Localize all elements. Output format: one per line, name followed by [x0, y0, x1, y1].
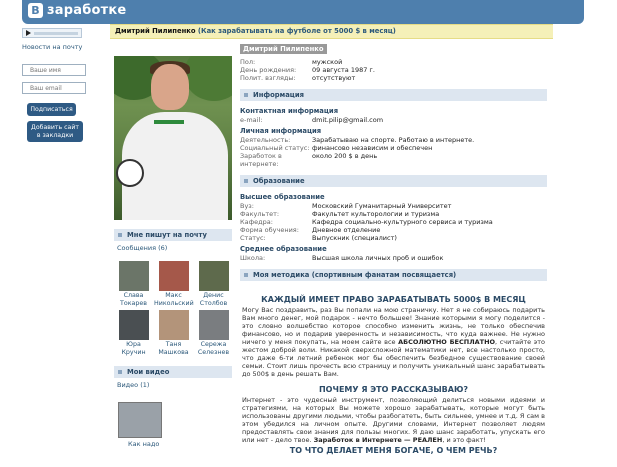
info-row-birthday: День рождения: 09 августа 1987 г. [240, 66, 375, 74]
method-section-header[interactable]: Моя методика (спортивным фанатам посвяща… [240, 269, 547, 281]
top-header-bar: В заработке [22, 0, 584, 24]
site-logo[interactable]: В заработке [28, 3, 126, 18]
name-input[interactable] [22, 64, 86, 76]
friend-avatar[interactable] [118, 261, 149, 291]
friend-item[interactable]: Юра Кручин [114, 310, 153, 357]
photo-column: Мне пишут на почту Сообщения (6) Слава То… [114, 56, 232, 448]
logo-text: заработке [47, 3, 127, 18]
friends-grid: Слава Токарев Макс Никольский Денис Столбов… [114, 255, 232, 357]
logo-mark: В [28, 3, 43, 18]
method-heading-2: ПОЧЕМУ Я ЭТО РАССКАЗЫВАЮ? [318, 385, 469, 394]
edu-row-university: Вуз: Московский Гуманитарный Университет [240, 202, 452, 210]
edu-row-faculty: Факультет: Факультет культорологии и тури… [240, 210, 440, 218]
edu-row-department: Кафедра: Кафедра социально-культурного се… [240, 218, 493, 226]
videos-count-link[interactable]: Видео (1) [114, 378, 232, 392]
left-navigation: Новости на почту Подписаться Добавить са… [22, 28, 92, 142]
bookmark-button-line1: Добавить сайт [31, 124, 79, 131]
info-row-activity: Деятельность: Зарабатываю на спорте. Рабо… [240, 136, 475, 144]
friends-section-header: Мне пишут на почту [114, 229, 232, 241]
friend-avatar[interactable] [198, 261, 229, 291]
edu-row-study-form: Форма обучения: Дневное отделение [240, 226, 381, 234]
education-section-header[interactable]: Образование [240, 175, 547, 187]
play-icon[interactable] [26, 30, 31, 36]
profile-photo[interactable] [114, 56, 232, 220]
friend-item[interactable]: Макс Никольский [154, 261, 194, 308]
football-icon [116, 159, 144, 187]
profile-status-link[interactable]: (Как зарабатывать на футболе от 5000 $ в… [198, 27, 396, 35]
info-row-email: e-mail: dmit.pilip@gmail.com [240, 116, 384, 124]
friend-name[interactable]: Денис Столбов [194, 292, 233, 308]
friend-name[interactable]: Слава Токарев [114, 292, 153, 308]
subscribe-button[interactable]: Подписаться [27, 103, 76, 116]
messages-count-link[interactable]: Сообщения (6) [114, 241, 232, 255]
friend-name[interactable]: Сережа Селезнев [194, 341, 233, 357]
method-heading-3: ТО ЧТО ДЕЛАЕТ МЕНЯ БОГАЧЕ, О ЧЕМ РЕЧЬ? [289, 446, 498, 455]
personal-info-heading: Личная информация [240, 127, 322, 135]
info-row-social-status: Социальный статус: финансово независим и … [240, 144, 433, 152]
profile-title-name: Дмитрий Пилипенко [115, 27, 196, 35]
news-subscribe-link[interactable]: Новости на почту [22, 43, 92, 51]
higher-education-heading: Высшее образование [240, 193, 325, 201]
info-row-gender: Пол: мужской [240, 58, 343, 66]
friend-avatar[interactable] [118, 310, 149, 340]
friend-avatar[interactable] [198, 310, 229, 340]
friend-avatar[interactable] [158, 310, 189, 340]
friend-name[interactable]: Макс Никольский [154, 292, 194, 308]
method-paragraph-1: Могу Вас поздравить, раз Вы попали на мо… [242, 306, 546, 378]
friend-item[interactable]: Таня Машкова [154, 310, 193, 357]
video-thumbnail[interactable] [118, 402, 162, 438]
edu-row-school: Школа: Высшая школа личных проб и ошибок [240, 254, 444, 262]
friend-name[interactable]: Таня Машкова [154, 341, 193, 357]
info-row-earnings: Заработок в интернете: около 200 $ в день [240, 152, 378, 168]
friend-name[interactable]: Юра Кручин [114, 341, 153, 357]
audio-progress-track[interactable] [34, 31, 78, 35]
video-caption-link[interactable]: Как надо [128, 440, 232, 448]
edu-row-status: Статус: Выпускник (специалист) [240, 234, 397, 242]
info-section-header[interactable]: Информация [240, 89, 547, 101]
friend-item[interactable]: Сережа Селезнев [194, 310, 233, 357]
method-heading-1: КАЖДЫЙ ИМЕЕТ ПРАВО ЗАРАБАТЫВАТЬ 5000$ В … [261, 295, 526, 304]
method-paragraph-2: Интернет - это чудесный инструмент, позв… [242, 396, 545, 444]
videos-section-header: Мои видео [114, 366, 232, 378]
secondary-education-heading: Среднее образование [240, 245, 327, 253]
method-article: КАЖДЫЙ ИМЕЕТ ПРАВО ЗАРАБАТЫВАТЬ 5000$ В … [240, 287, 547, 456]
profile-title-bar: Дмитрий Пилипенко (Как зарабатывать на ф… [110, 24, 553, 39]
add-bookmark-button[interactable]: Добавить сайт в закладки [27, 121, 83, 142]
audio-player[interactable] [22, 28, 82, 38]
friend-avatar[interactable] [158, 261, 189, 291]
info-row-politics: Полит. взгляды: отсутствуют [240, 74, 356, 82]
friend-item[interactable]: Денис Столбов [194, 261, 233, 308]
email-input[interactable] [22, 82, 86, 94]
contact-info-heading: Контактная информация [240, 107, 339, 115]
friend-item[interactable]: Слава Токарев [114, 261, 153, 308]
profile-full-name: Дмитрий Пилипенко [240, 44, 327, 54]
bookmark-button-line2: в закладки [36, 131, 74, 139]
profile-info: Дмитрий Пилипенко Пол: мужской День рожде… [240, 44, 547, 457]
